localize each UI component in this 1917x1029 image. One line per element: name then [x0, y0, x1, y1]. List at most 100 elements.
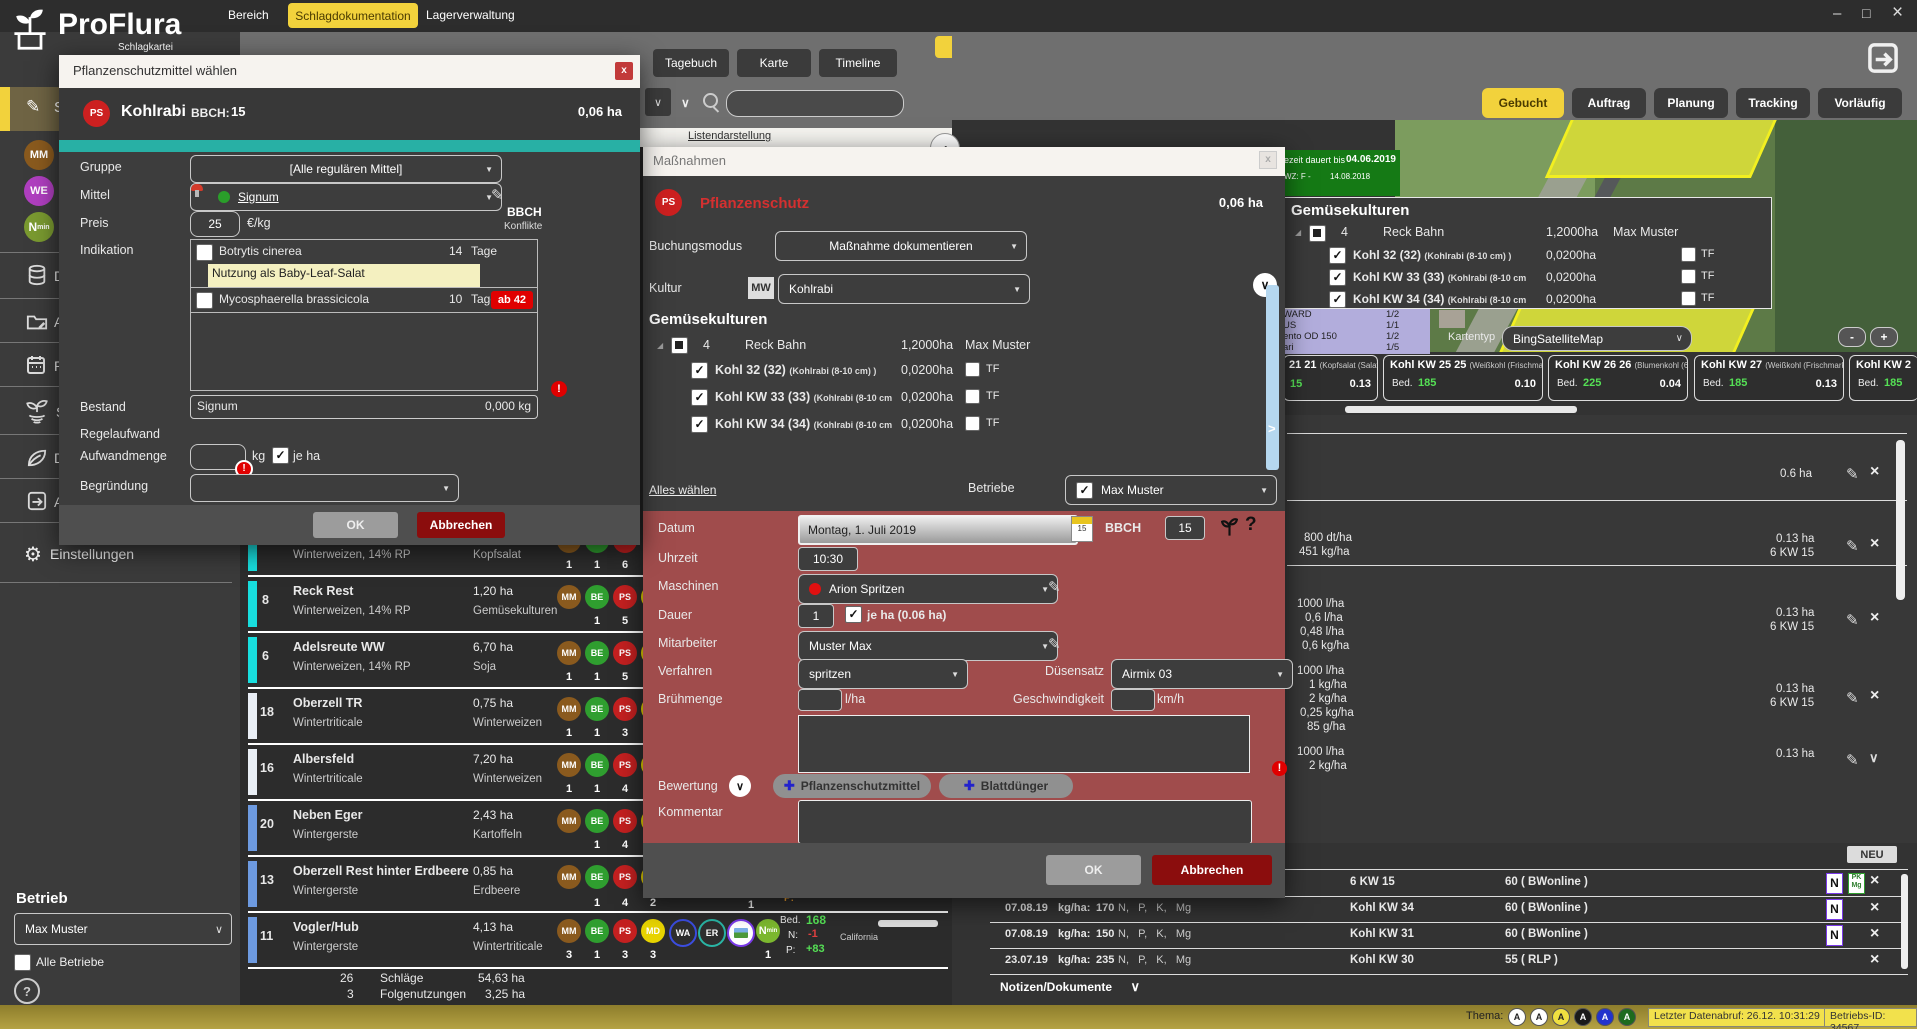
- delete-icon[interactable]: ×: [1870, 687, 1879, 705]
- theme-circle[interactable]: A: [1508, 1008, 1526, 1026]
- delete-icon[interactable]: ×: [1870, 872, 1879, 890]
- sidebar-circle-nmin[interactable]: Nmin: [24, 212, 54, 242]
- filter-vorlaeufig-button[interactable]: Vorläufig: [1818, 88, 1902, 118]
- tf-checkbox[interactable]: [1681, 291, 1696, 306]
- verfahren-select[interactable]: spritzen▼: [798, 659, 968, 689]
- field-row[interactable]: 11 Vogler/Hub Wintergerste 4,13 ha Winte…: [240, 915, 952, 969]
- tf-checkbox[interactable]: [1681, 247, 1696, 262]
- tf-checkbox[interactable]: [965, 416, 980, 431]
- culture-card[interactable]: Kohl KW 26 26 (Blumenkohl (6er)) Bed. 22…: [1548, 355, 1688, 401]
- delete-icon[interactable]: ×: [1870, 951, 1879, 969]
- mw-box[interactable]: MW: [748, 277, 774, 299]
- sidebar-circle-mm[interactable]: MM: [24, 140, 54, 170]
- edit-icon[interactable]: ✎: [1846, 537, 1859, 555]
- tree-child-checkbox[interactable]: ✓: [1329, 291, 1346, 308]
- abbrechen-button[interactable]: Abbrechen: [417, 512, 505, 538]
- kommentar-input[interactable]: [798, 800, 1252, 844]
- theme-circle[interactable]: A: [1552, 1008, 1570, 1026]
- karte-button[interactable]: Karte: [737, 49, 811, 77]
- gruppe-select[interactable]: [Alle regulären Mittel]▼: [190, 155, 502, 183]
- edit-icon[interactable]: ✎: [1048, 635, 1061, 653]
- edit-icon[interactable]: ✎: [1846, 751, 1859, 769]
- edit-icon[interactable]: ✎: [1048, 578, 1061, 596]
- n-document-icon[interactable]: N: [1826, 899, 1843, 920]
- n-document-icon[interactable]: N: [1826, 925, 1843, 946]
- filter-planung-button[interactable]: Planung: [1654, 88, 1728, 118]
- window-minimize-icon[interactable]: –: [1833, 5, 1841, 22]
- edit-icon[interactable]: ✎: [1846, 465, 1859, 483]
- bruehmenge-input[interactable]: [798, 689, 842, 711]
- uhrzeit-input[interactable]: 10:30: [798, 547, 858, 571]
- theme-circle[interactable]: A: [1530, 1008, 1548, 1026]
- chevron-down-icon[interactable]: ∨: [681, 96, 690, 110]
- tf-checkbox[interactable]: [965, 362, 980, 377]
- window-close-icon[interactable]: ×: [1892, 2, 1903, 24]
- tree-expander-icon[interactable]: ◢: [1295, 228, 1301, 237]
- scroll-more-arrow[interactable]: >: [1268, 421, 1276, 436]
- tab-bereich[interactable]: Bereich: [228, 8, 269, 22]
- chevron-down-icon[interactable]: ∨: [1869, 750, 1879, 766]
- ok-button[interactable]: OK: [313, 512, 398, 538]
- measures-v-scrollbar[interactable]: [1896, 440, 1905, 600]
- alles-waehlen-link[interactable]: Alles wählen: [649, 483, 716, 497]
- pk-document-icon[interactable]: PKMg: [1848, 873, 1865, 894]
- tree-parent-checkbox[interactable]: [1309, 225, 1326, 242]
- begruendung-select[interactable]: ▼: [190, 474, 459, 502]
- buchungsmodus-select[interactable]: Maßnahme dokumentieren▼: [775, 231, 1027, 261]
- sidebar-circle-we[interactable]: WE: [24, 176, 54, 206]
- filter-tracking-button[interactable]: Tracking: [1736, 88, 1810, 118]
- export-icon[interactable]: [1864, 42, 1902, 74]
- list-h-scrollbar[interactable]: [878, 920, 938, 927]
- delete-icon[interactable]: ×: [1870, 463, 1879, 481]
- fert-row[interactable]: 23.07.19 kg/ha: 235 N, P, K, Mg Kohl KW …: [952, 951, 1917, 973]
- filter-auftrag-button[interactable]: Auftrag: [1572, 88, 1646, 118]
- abbrechen-button[interactable]: Abbrechen: [1152, 855, 1272, 885]
- betrieb-select[interactable]: Max Muster∨: [14, 913, 232, 945]
- tab-schlagdokumentation[interactable]: Schlagdokumentation: [288, 3, 418, 28]
- maschinen-select[interactable]: Arion Spritzen▼: [798, 574, 1058, 604]
- window-maximize-icon[interactable]: □: [1862, 5, 1870, 21]
- bewertung-expand-button[interactable]: ∨: [729, 775, 751, 797]
- tree-parent-checkbox[interactable]: [671, 337, 688, 354]
- tree-child-checkbox[interactable]: ✓: [1329, 269, 1346, 286]
- fert-v-scrollbar[interactable]: [1901, 874, 1908, 969]
- bbch-input[interactable]: 15: [1165, 516, 1205, 540]
- tagebuch-button[interactable]: Tagebuch: [653, 49, 729, 77]
- tf-checkbox[interactable]: [1681, 269, 1696, 284]
- close-icon[interactable]: x: [615, 62, 633, 80]
- bestand-field[interactable]: Signum 0,000 kg: [190, 395, 538, 419]
- mitarbeiter-select[interactable]: Muster Max▼: [798, 631, 1058, 661]
- preis-input[interactable]: 25: [190, 211, 240, 237]
- edit-icon[interactable]: ✎: [1846, 689, 1859, 707]
- dialog-titlebar[interactable]: Maßnahmen x: [643, 147, 1285, 176]
- fert-row[interactable]: 07.08.19 kg/ha: 150 N, P, K, Mg Kohl KW …: [952, 925, 1917, 947]
- n-document-icon[interactable]: N: [1826, 873, 1843, 894]
- datum-input[interactable]: Montag, 1. Juli 2019: [798, 515, 1078, 545]
- betriebe-select[interactable]: ✓ Max Muster▼: [1065, 475, 1277, 505]
- delete-icon[interactable]: ×: [1870, 899, 1879, 917]
- theme-circle[interactable]: A: [1596, 1008, 1614, 1026]
- dialog-titlebar[interactable]: Pflanzenschutzmittel wählen x: [59, 55, 640, 88]
- dauer-je-ha-checkbox[interactable]: ✓: [845, 606, 862, 623]
- alle-betriebe-checkbox[interactable]: [14, 954, 31, 971]
- calendar-picker-icon[interactable]: 15: [1071, 516, 1093, 542]
- delete-icon[interactable]: ×: [1870, 535, 1879, 553]
- growth-stage-icon[interactable]: [1221, 515, 1238, 537]
- theme-circle[interactable]: A: [1574, 1008, 1592, 1026]
- help-icon[interactable]: ?: [1245, 514, 1257, 536]
- edit-icon[interactable]: ✎: [1846, 611, 1859, 629]
- help-icon[interactable]: ?: [14, 978, 40, 1004]
- geschwindigkeit-input[interactable]: [1111, 689, 1155, 711]
- kultur-select[interactable]: Kohlrabi▼: [778, 274, 1030, 304]
- dauer-input[interactable]: 1: [798, 604, 834, 628]
- tree-child-checkbox[interactable]: ✓: [691, 362, 708, 379]
- map-zoom-in-button[interactable]: +: [1870, 327, 1898, 347]
- filter-dropdown-button[interactable]: ∨: [645, 88, 671, 116]
- edit-icon[interactable]: ✎: [491, 186, 504, 204]
- filter-gebucht-button[interactable]: Gebucht: [1482, 88, 1564, 118]
- culture-card[interactable]: 21 21 (Kopfsalat (Salate)) 15 0.13: [1283, 355, 1378, 401]
- theme-circle[interactable]: A: [1618, 1008, 1636, 1026]
- culture-card[interactable]: Kohl KW 27 (Weißkohl (Frischmarkt)) Bed.…: [1694, 355, 1844, 401]
- fert-row[interactable]: 07.08.19 kg/ha: 170 N, P, K, Mg Kohl KW …: [952, 899, 1917, 921]
- tab-lagerverwaltung[interactable]: Lagerverwaltung: [426, 8, 515, 22]
